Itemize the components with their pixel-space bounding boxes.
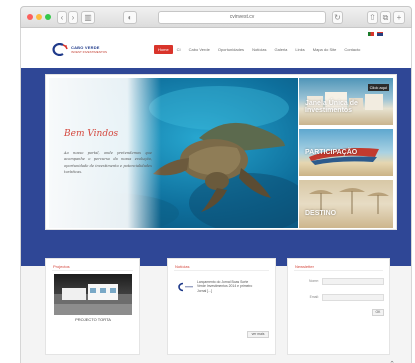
site-header: CABO VERDE INVEST INVESTIMENTOS Home CI … xyxy=(21,28,411,72)
close-window-button[interactable] xyxy=(27,14,33,20)
click-here-badge[interactable]: Click aqui xyxy=(367,84,389,91)
menu-item-ci[interactable]: CI xyxy=(173,45,185,54)
name-label: Nome: xyxy=(309,279,319,283)
news-more-button[interactable]: ver mais xyxy=(247,331,269,338)
project-image[interactable] xyxy=(54,274,132,315)
tabs-overview-button[interactable]: ⧉ xyxy=(380,11,391,24)
welcome-text: Ao nosso portal, onde pretendemos que ac… xyxy=(64,151,152,175)
portuguese-flag-icon[interactable] xyxy=(368,32,374,36)
hero-slider: Bem Vindos Ao nosso portal, onde pretend… xyxy=(45,74,397,230)
welcome-title: Bem Vindos xyxy=(64,129,119,139)
logo-subtitle: INVEST INVESTIMENTOS xyxy=(71,50,108,54)
menu-item-cabo-verde[interactable]: Cabo Verde xyxy=(185,45,214,54)
email-label: Email: xyxy=(309,295,319,299)
english-flag-icon[interactable] xyxy=(377,32,383,36)
minimize-window-button[interactable] xyxy=(36,14,42,20)
menu-item-links[interactable]: Links xyxy=(291,45,308,54)
sidebar-toggle-icon[interactable]: ▥ xyxy=(81,11,95,24)
thumb-label-investimentos: Janela Única de Investimentos xyxy=(305,100,358,114)
projects-title: Projectos xyxy=(53,264,70,269)
forward-button[interactable]: › xyxy=(68,11,78,24)
hero-image[interactable]: Bem Vindos Ao nosso portal, onde pretend… xyxy=(49,78,298,228)
menu-item-oportunidades[interactable]: Oportunidades xyxy=(214,45,248,54)
thumb-label-participacao: PARTICIPAÇÃO xyxy=(305,149,358,156)
menu-item-galeria[interactable]: Galeria xyxy=(271,45,292,54)
menu-item-mapa-do-site[interactable]: Mapa do Site xyxy=(309,45,341,54)
thumb-label-destino: DESTINO xyxy=(305,210,337,217)
newsletter-name-input[interactable] xyxy=(322,278,384,285)
welcome-panel: Bem Vindos Ao nosso portal, onde pretend… xyxy=(49,78,161,228)
projects-widget: Projectos PROJECTO TORTA xyxy=(45,258,140,355)
privacy-icon[interactable]: ◐ xyxy=(123,11,137,24)
back-button[interactable]: ‹ xyxy=(57,11,67,24)
menu-item-contacto[interactable]: Contacto xyxy=(340,45,364,54)
newsletter-email-input[interactable] xyxy=(322,294,384,301)
thumb-investimentos[interactable]: Click aqui Janela Única de Investimentos xyxy=(299,78,393,125)
newsletter-widget: Newsletter Nome: Email: OK xyxy=(287,258,390,355)
browser-toolbar: ‹ › ▥ ◐ cvinvest.cv ↻ ⇧ ⧉ + xyxy=(20,6,412,28)
thumb-destino[interactable]: DESTINO xyxy=(299,180,393,228)
menu-item-home[interactable]: Home xyxy=(154,45,173,54)
language-flags xyxy=(368,32,383,36)
zoom-window-button[interactable] xyxy=(45,14,51,20)
logo-icon[interactable] xyxy=(51,43,69,56)
thumb-participacao[interactable]: PARTICIPAÇÃO xyxy=(299,129,393,176)
news-text[interactable]: Lançamento do Jornal Boas Sorte Verde In… xyxy=(197,280,257,293)
settings-icon[interactable]: + xyxy=(393,11,405,24)
website: CABO VERDE INVEST INVESTIMENTOS Home CI … xyxy=(20,28,412,363)
newsletter-title: Newsletter xyxy=(295,264,314,269)
address-bar[interactable]: cvinvest.cv xyxy=(158,11,326,24)
newsletter-submit-button[interactable]: OK xyxy=(372,309,384,316)
news-logo-icon xyxy=(178,282,193,292)
slider-thumbnails: Click aqui Janela Única de Investimentos… xyxy=(299,78,393,228)
project-caption: PROJECTO TORTA xyxy=(75,317,111,322)
menu-item-noticias[interactable]: Notícias xyxy=(248,45,270,54)
share-button[interactable]: ⇧ xyxy=(367,11,378,24)
reload-button[interactable]: ↻ xyxy=(332,11,343,24)
news-title: Notícias xyxy=(175,264,190,269)
news-widget: Notícias Lançamento do Jornal Boas Sorte… xyxy=(167,258,276,355)
main-menu: Home CI Cabo Verde Oportunidades Notícia… xyxy=(154,45,364,54)
